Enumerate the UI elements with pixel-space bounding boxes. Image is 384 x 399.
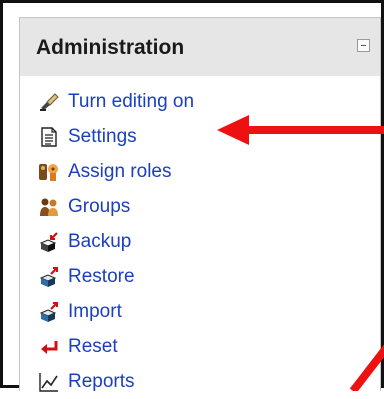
menu-item-turn-editing-on[interactable]: Turn editing on (38, 84, 194, 119)
menu-item-settings[interactable]: Settings (38, 119, 194, 154)
admin-menu: Turn editing on Settings Assign roles Gr… (38, 84, 194, 399)
backup-link[interactable]: Backup (68, 231, 131, 253)
reset-link[interactable]: Reset (68, 336, 118, 358)
restore-icon (38, 266, 60, 288)
settings-link[interactable]: Settings (68, 126, 137, 148)
restore-link[interactable]: Restore (68, 266, 135, 288)
import-link[interactable]: Import (68, 301, 122, 323)
roles-icon (38, 161, 60, 183)
settings-icon (38, 126, 60, 148)
administration-block: Administration Turn editing on Settings … (19, 17, 381, 392)
import-icon (38, 301, 60, 323)
reports-link[interactable]: Reports (68, 371, 135, 393)
collapse-icon[interactable] (357, 39, 370, 52)
block-header: Administration (20, 18, 380, 76)
menu-item-reset[interactable]: Reset (38, 329, 194, 364)
assign-roles-link[interactable]: Assign roles (68, 161, 172, 183)
menu-item-assign-roles[interactable]: Assign roles (38, 154, 194, 189)
menu-item-import[interactable]: Import (38, 294, 194, 329)
backup-icon (38, 231, 60, 253)
reset-icon (38, 336, 60, 358)
edit-icon (38, 91, 60, 113)
reports-icon (38, 371, 60, 393)
menu-item-backup[interactable]: Backup (38, 224, 194, 259)
turn-editing-on-link[interactable]: Turn editing on (68, 91, 194, 113)
groups-icon (38, 196, 60, 218)
menu-item-groups[interactable]: Groups (38, 189, 194, 224)
menu-item-restore[interactable]: Restore (38, 259, 194, 294)
block-title: Administration (36, 36, 185, 59)
screenshot-frame: Administration Turn editing on Settings … (0, 0, 384, 392)
menu-item-reports[interactable]: Reports (38, 364, 194, 399)
groups-link[interactable]: Groups (68, 196, 130, 218)
